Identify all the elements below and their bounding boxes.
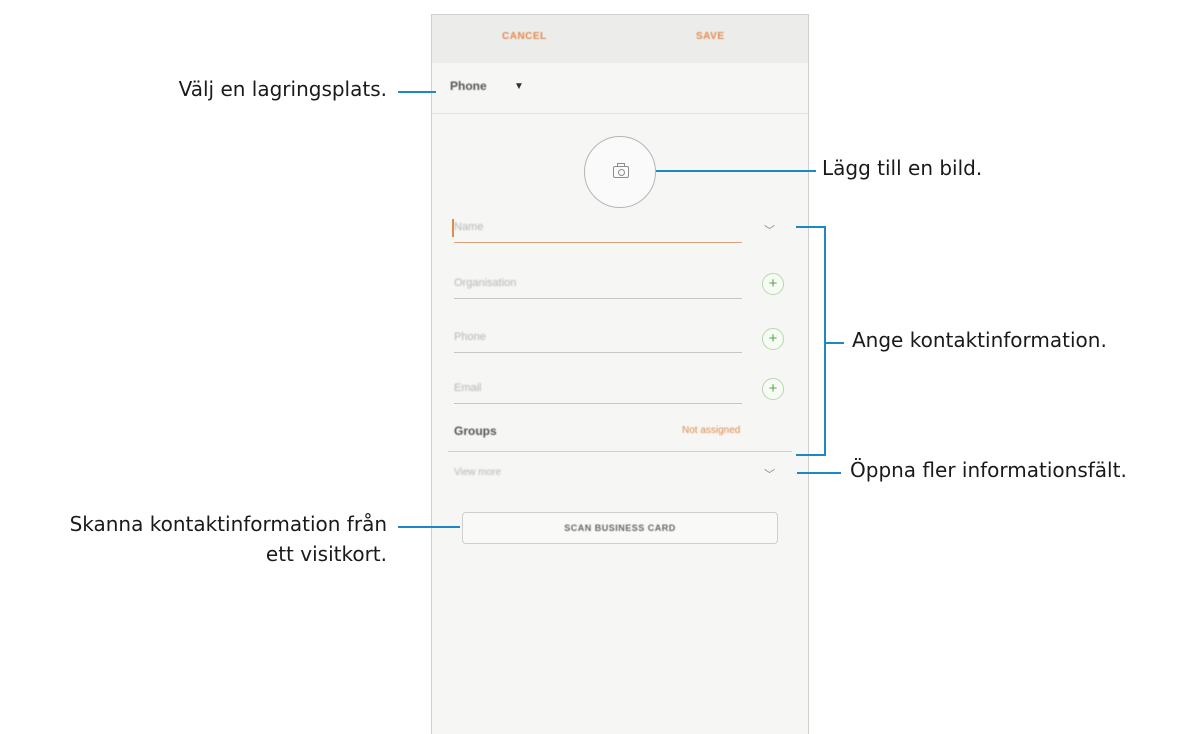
plus-icon[interactable]: + (762, 378, 784, 400)
annotation-storage: Välj en lagringsplats. (178, 77, 387, 101)
divider (448, 451, 792, 452)
chevron-down-icon[interactable]: ﹀ (764, 222, 775, 238)
phone-screen: CANCEL SAVE Phone ▼ Name ﹀ Organisation … (431, 14, 809, 734)
plus-icon[interactable]: + (762, 328, 784, 350)
view-more-link[interactable]: View more (454, 467, 501, 478)
name-placeholder: Name (454, 221, 484, 233)
cancel-button[interactable]: CANCEL (502, 31, 547, 42)
phone-placeholder: Phone (454, 331, 486, 343)
camera-icon (613, 163, 629, 178)
add-photo-button[interactable] (584, 136, 656, 208)
storage-location-selector[interactable]: Phone (450, 79, 487, 93)
email-field[interactable]: Email (454, 376, 742, 404)
name-field[interactable]: Name (452, 215, 742, 243)
organisation-field[interactable]: Organisation (454, 271, 742, 299)
phone-field[interactable]: Phone (454, 325, 742, 353)
annotation-photo: Lägg till en bild. (822, 156, 983, 180)
annotation-contact-info: Ange kontaktinformation. (852, 328, 1107, 352)
annotation-line (797, 472, 841, 474)
annotation-bracket (796, 226, 826, 456)
organisation-placeholder: Organisation (454, 277, 517, 289)
app-bar: CANCEL SAVE (432, 15, 808, 63)
dropdown-caret-icon[interactable]: ▼ (514, 81, 524, 92)
chevron-down-icon[interactable]: ﹀ (764, 466, 775, 482)
annotation-line (656, 170, 816, 172)
annotation-scan-line1: Skanna kontaktinformation från (69, 512, 387, 536)
annotation-line (826, 342, 844, 344)
save-button[interactable]: SAVE (696, 31, 725, 42)
annotation-line (398, 526, 460, 528)
groups-label[interactable]: Groups (454, 424, 497, 438)
email-placeholder: Email (454, 382, 482, 394)
divider (432, 113, 808, 114)
groups-value[interactable]: Not assigned (682, 425, 740, 436)
scan-business-card-button[interactable]: SCAN BUSINESS CARD (462, 512, 778, 544)
plus-icon[interactable]: + (762, 273, 784, 295)
annotation-scan-line2: ett visitkort. (265, 542, 387, 566)
scan-button-label: SCAN BUSINESS CARD (564, 523, 676, 533)
annotation-line (398, 91, 436, 93)
annotation-more-fields: Öppna fler informationsfält. (850, 458, 1127, 482)
